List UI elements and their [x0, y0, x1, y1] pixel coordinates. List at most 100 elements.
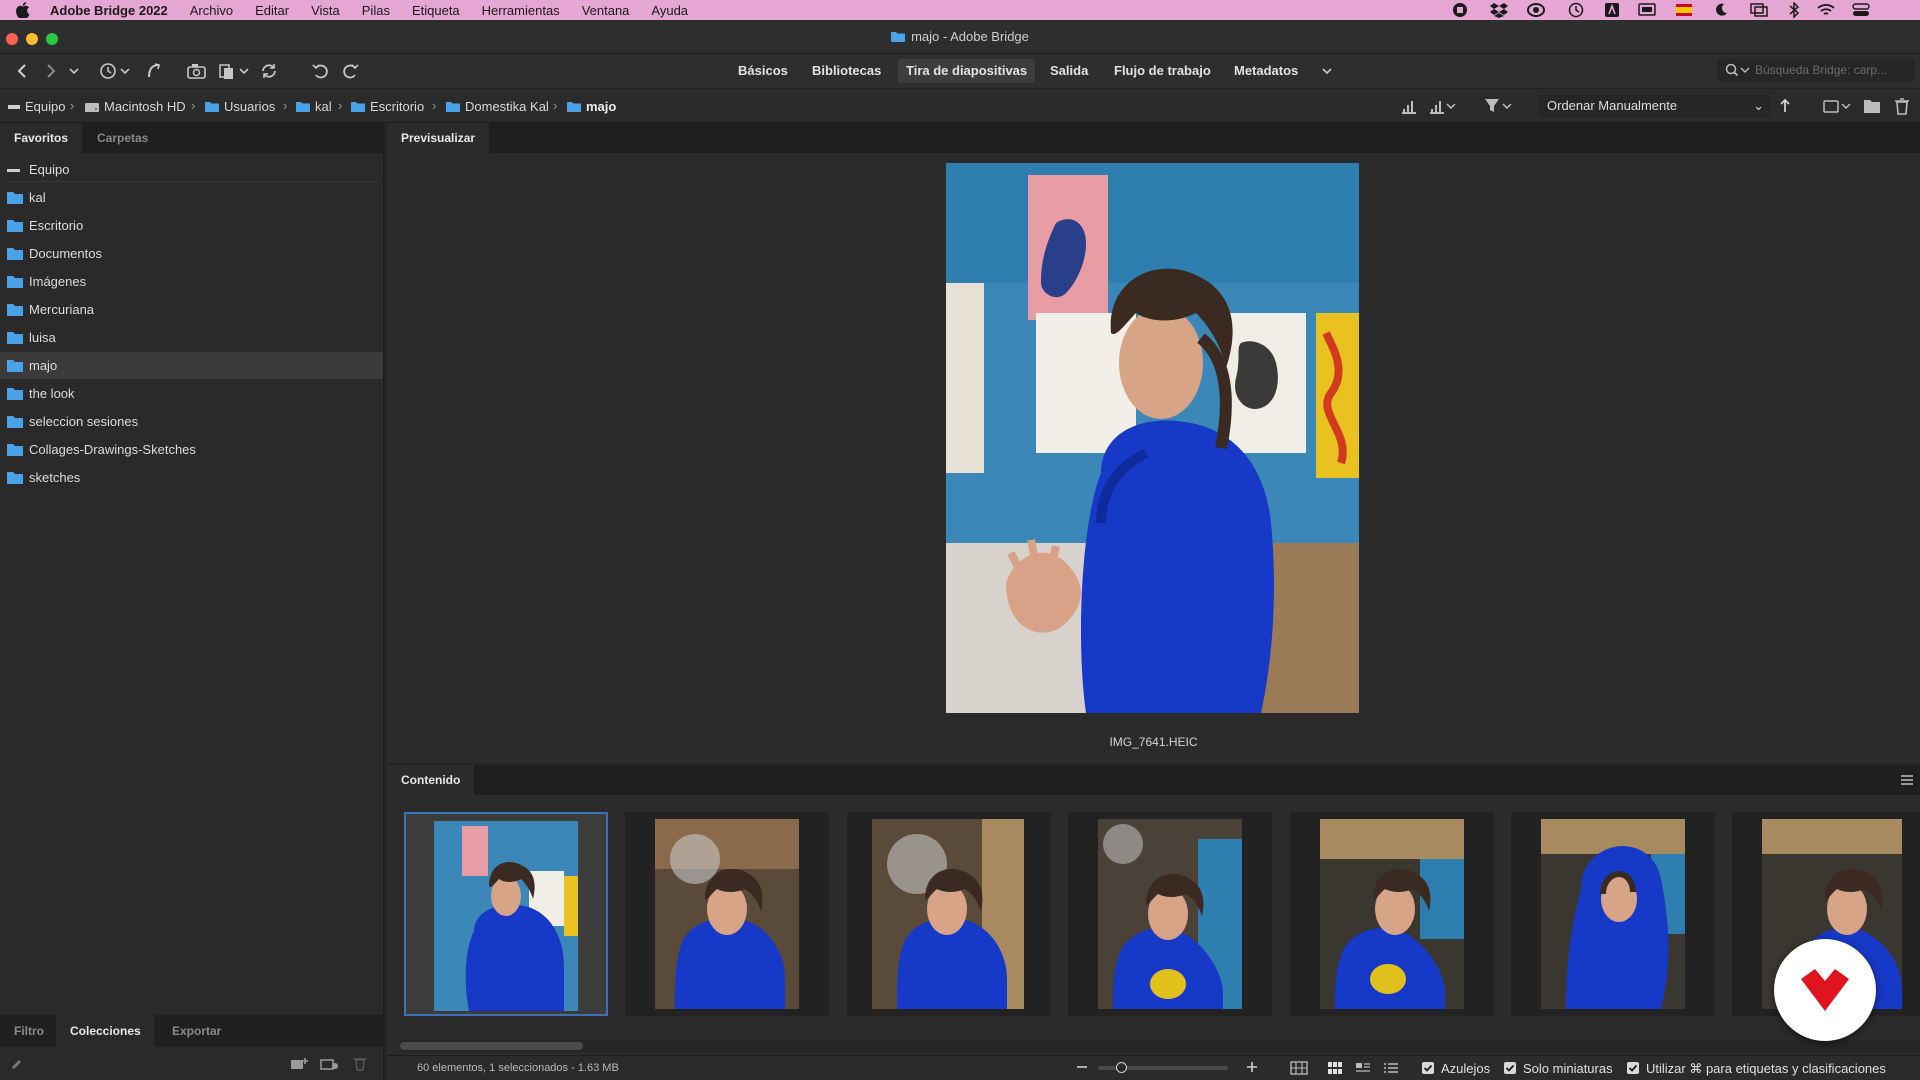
- quality-options-icon[interactable]: [1428, 97, 1458, 115]
- panel-menu-icon[interactable]: [1900, 773, 1914, 787]
- get-photos-camera-icon[interactable]: [186, 62, 208, 80]
- favorite-kal[interactable]: kal: [0, 184, 383, 211]
- workspace-tira-de-diapositivas[interactable]: Tira de diapositivas: [898, 59, 1036, 83]
- filter-funnel-icon[interactable]: [1484, 97, 1514, 115]
- thumbnail-size-slider[interactable]: [1098, 1062, 1228, 1073]
- display-status-icon[interactable]: [1638, 0, 1656, 20]
- favorite-seleccion-sesiones[interactable]: seleccion sesiones: [0, 408, 383, 435]
- menu-editar[interactable]: Editar: [255, 3, 289, 18]
- new-smart-collection-icon[interactable]: [290, 1057, 310, 1071]
- time-machine-status-icon[interactable]: [1568, 0, 1584, 20]
- delete-collection-trash-icon[interactable]: [353, 1057, 367, 1071]
- rotate-right-icon[interactable]: [342, 62, 360, 80]
- workspace-basicos[interactable]: Básicos: [730, 59, 796, 83]
- view-details-icon[interactable]: [1355, 1061, 1371, 1075]
- creative-cloud-status-icon[interactable]: [1527, 0, 1545, 20]
- tab-filtro[interactable]: Filtro: [0, 1015, 58, 1047]
- favorite-mercuriana[interactable]: Mercuriana: [0, 296, 383, 323]
- keyboard-spanish-flag-icon[interactable]: [1676, 0, 1692, 20]
- tab-carpetas[interactable]: Carpetas: [83, 123, 162, 153]
- thumbnail-2[interactable]: [625, 812, 829, 1016]
- apple-menu-icon[interactable]: [16, 2, 36, 18]
- wifi-icon[interactable]: [1817, 0, 1835, 20]
- thumbnail-4[interactable]: [1068, 812, 1272, 1016]
- zoom-out-minus-icon[interactable]: [1075, 1059, 1089, 1075]
- sort-dropdown[interactable]: Ordenar Manualmente ⌄: [1538, 95, 1770, 117]
- horizontal-scrollbar-track[interactable]: [400, 1040, 1920, 1052]
- workspace-bibliotecas[interactable]: Bibliotecas: [804, 59, 889, 83]
- rating-filter-icon[interactable]: [1400, 97, 1418, 115]
- workspace-metadatos[interactable]: Metadatos: [1226, 59, 1306, 83]
- menu-ayuda[interactable]: Ayuda: [651, 3, 688, 18]
- open-recent-icon[interactable]: [1822, 97, 1854, 115]
- favorite-collages-drawings-sketches[interactable]: Collages-Drawings-Sketches: [0, 436, 383, 463]
- breadcrumb-domestika-kal[interactable]: Domestika Kal: [446, 99, 549, 114]
- return-to-photoshop-boomerang-icon[interactable]: [145, 62, 163, 80]
- favorite-escritorio[interactable]: Escritorio: [0, 212, 383, 239]
- forward-arrow-icon[interactable]: [42, 62, 60, 80]
- search-field[interactable]: Búsqueda Bridge: carp...: [1717, 58, 1915, 82]
- view-list-icon[interactable]: [1383, 1061, 1399, 1075]
- history-dropdown-chevron-icon[interactable]: [68, 62, 80, 80]
- menu-etiqueta[interactable]: Etiqueta: [412, 3, 460, 18]
- thumbnail-3[interactable]: [847, 812, 1051, 1016]
- menu-vista[interactable]: Vista: [311, 3, 340, 18]
- lock-grid-icon[interactable]: [1290, 1061, 1308, 1075]
- menu-archivo[interactable]: Archivo: [190, 3, 233, 18]
- breadcrumb-macintosh-hd[interactable]: Macintosh HD: [85, 99, 186, 114]
- rotate-left-icon[interactable]: [311, 62, 329, 80]
- favorite-luisa[interactable]: luisa: [0, 324, 383, 351]
- delete-trash-icon[interactable]: [1893, 97, 1911, 115]
- checkbox-utilizar-cmd-label: Utilizar ⌘ para etiquetas y clasificacio…: [1646, 1061, 1886, 1076]
- dropbox-status-icon[interactable]: [1490, 0, 1508, 20]
- tab-previsualizar[interactable]: Previsualizar: [387, 123, 490, 153]
- workspace-salida[interactable]: Salida: [1042, 59, 1096, 83]
- favorite-the-look[interactable]: the look: [0, 380, 383, 407]
- view-thumbnails-icon[interactable]: [1327, 1061, 1343, 1075]
- focus-moon-icon[interactable]: [1714, 0, 1728, 20]
- thumbnail-6[interactable]: [1511, 812, 1715, 1016]
- sync-rotate-icon[interactable]: [260, 62, 278, 80]
- screen-mirroring-icon[interactable]: [1750, 0, 1768, 20]
- breadcrumb-kal[interactable]: kal: [296, 99, 332, 114]
- favorite-equipo[interactable]: Equipo: [0, 156, 383, 183]
- workspace-more-chevron-icon[interactable]: [1320, 62, 1334, 80]
- recent-files-clock-icon[interactable]: [99, 62, 133, 80]
- edit-pencil-icon[interactable]: [10, 1059, 22, 1071]
- menu-herramientas[interactable]: Herramientas: [482, 3, 560, 18]
- slider-handle[interactable]: [1116, 1062, 1127, 1073]
- menu-ventana[interactable]: Ventana: [582, 3, 630, 18]
- record-status-icon[interactable]: [1452, 0, 1468, 20]
- workspace-flujo-de-trabajo[interactable]: Flujo de trabajo: [1106, 59, 1219, 83]
- refine-stacks-icon[interactable]: [218, 62, 252, 80]
- preview-photo[interactable]: [946, 163, 1359, 713]
- checkbox-utilizar-cmd[interactable]: [1627, 1062, 1639, 1074]
- checkbox-solo-miniaturas[interactable]: [1504, 1062, 1516, 1074]
- new-collection-icon[interactable]: [320, 1057, 340, 1071]
- breadcrumb-usuarios[interactable]: Usuarios: [205, 99, 275, 114]
- new-folder-icon[interactable]: [1863, 97, 1881, 115]
- checkbox-azulejos[interactable]: [1422, 1062, 1434, 1074]
- tab-colecciones[interactable]: Colecciones: [56, 1015, 155, 1047]
- tab-favoritos[interactable]: Favoritos: [0, 123, 83, 153]
- tab-contenido[interactable]: Contenido: [387, 765, 475, 795]
- bluetooth-icon[interactable]: [1789, 0, 1799, 20]
- menu-pilas[interactable]: Pilas: [362, 3, 390, 18]
- favorite-imagenes[interactable]: Imágenes: [0, 268, 383, 295]
- favorite-majo[interactable]: majo: [0, 352, 383, 379]
- zoom-in-plus-icon[interactable]: [1245, 1059, 1259, 1075]
- favorite-documentos[interactable]: Documentos: [0, 240, 383, 267]
- tab-exportar[interactable]: Exportar: [158, 1015, 235, 1047]
- control-center-icon[interactable]: [1852, 0, 1870, 20]
- horizontal-scrollbar-thumb[interactable]: [400, 1042, 583, 1050]
- breadcrumb-majo[interactable]: majo: [567, 99, 616, 114]
- sort-ascending-arrow-icon[interactable]: [1778, 97, 1796, 115]
- favorite-sketches[interactable]: sketches: [0, 464, 383, 491]
- app-menu[interactable]: Adobe Bridge 2022: [50, 3, 168, 18]
- thumbnail-1-selected[interactable]: [404, 812, 608, 1016]
- thumbnail-5[interactable]: [1290, 812, 1494, 1016]
- breadcrumb-escritorio[interactable]: Escritorio: [351, 99, 424, 114]
- adobe-status-icon[interactable]: [1604, 0, 1620, 20]
- breadcrumb-equipo[interactable]: Equipo: [8, 99, 65, 114]
- back-arrow-icon[interactable]: [13, 62, 31, 80]
